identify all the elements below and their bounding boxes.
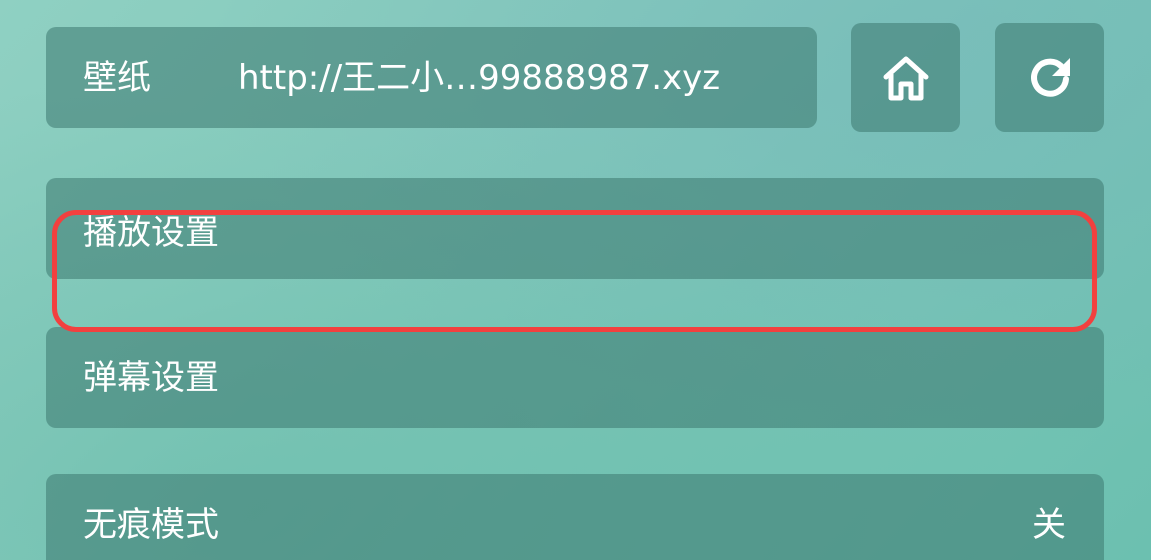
wallpaper-label: 壁纸 bbox=[83, 58, 151, 98]
refresh-button[interactable] bbox=[995, 23, 1104, 132]
home-icon bbox=[883, 56, 928, 100]
wallpaper-row[interactable]: 壁纸 http://王二小…99888987.xyz bbox=[46, 27, 817, 128]
home-button[interactable] bbox=[851, 23, 960, 132]
incognito-mode-row[interactable]: 无痕模式 关 bbox=[46, 474, 1104, 560]
playback-settings-label: 播放设置 bbox=[83, 213, 219, 253]
danmaku-settings-label: 弹幕设置 bbox=[83, 358, 219, 398]
danmaku-settings-row[interactable]: 弹幕设置 bbox=[46, 327, 1104, 428]
playback-settings-row[interactable]: 播放设置 bbox=[46, 178, 1104, 279]
incognito-mode-value: 关 bbox=[1032, 505, 1066, 545]
refresh-icon bbox=[1030, 57, 1070, 97]
wallpaper-url: http://王二小…99888987.xyz bbox=[238, 58, 721, 98]
incognito-mode-label: 无痕模式 bbox=[83, 505, 219, 545]
